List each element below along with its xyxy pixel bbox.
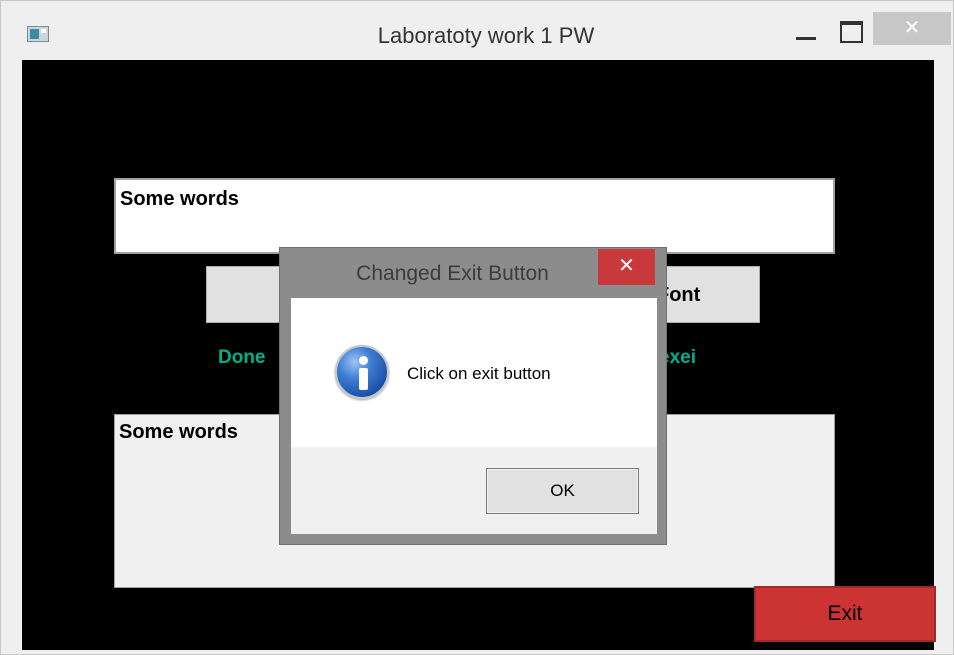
close-button[interactable]: ✕: [873, 12, 951, 45]
minimize-button[interactable]: [791, 13, 821, 43]
info-icon: [335, 345, 389, 399]
dialog-body: Click on exit button: [291, 298, 657, 447]
dialog-close-button[interactable]: ✕: [598, 249, 655, 285]
status-text-left: Done: [218, 347, 266, 368]
dialog-footer: OK: [291, 447, 657, 534]
maximize-button[interactable]: [835, 13, 865, 43]
top-text-field[interactable]: Some words: [114, 178, 835, 254]
message-dialog: Changed Exit Button ✕ Click on exit butt…: [279, 247, 667, 545]
exit-button[interactable]: Exit: [754, 586, 936, 642]
ok-button[interactable]: OK: [486, 468, 639, 514]
dialog-message: Click on exit button: [407, 364, 551, 383]
title-bar[interactable]: Laboratoty work 1 PW ✕: [1, 1, 953, 59]
dialog-title: Changed Exit Button: [356, 262, 549, 285]
